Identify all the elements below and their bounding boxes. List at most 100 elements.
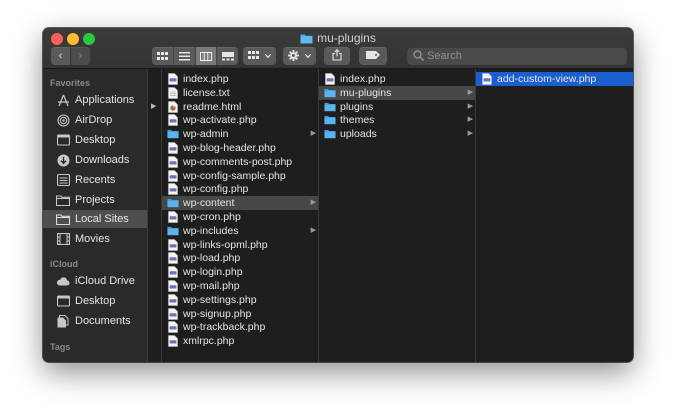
file-row-wp-activate-php[interactable]: wp-activate.php bbox=[162, 113, 319, 127]
view-mode-control bbox=[152, 47, 238, 65]
action-button[interactable] bbox=[283, 47, 316, 65]
sidebar-item-downloads[interactable]: Downloads bbox=[43, 151, 147, 169]
recents-icon bbox=[56, 173, 70, 187]
column-4[interactable]: add-custom-view.php bbox=[475, 69, 633, 362]
file-row-readme-html[interactable]: readme.html bbox=[162, 100, 319, 114]
php-file-icon bbox=[167, 73, 179, 85]
file-row-wp-load-php[interactable]: wp-load.php bbox=[162, 251, 319, 265]
file-name: xmlrpc.php bbox=[183, 335, 235, 348]
sidebar-item-recents[interactable]: Recents bbox=[43, 171, 147, 189]
sidebar-item-movies[interactable]: Movies bbox=[43, 230, 147, 248]
file-name: wp-settings.php bbox=[183, 293, 257, 306]
chevron-right-icon: ▶ bbox=[467, 88, 473, 96]
desktop-icon bbox=[56, 133, 70, 147]
file-row-wp-mail-php[interactable]: wp-mail.php bbox=[162, 279, 319, 293]
column-3[interactable]: index.php mu-plugins ▶ plugins ▶ themes ▶ uploa… bbox=[318, 69, 476, 362]
file-row-xmlrpc-php[interactable]: xmlrpc.php bbox=[162, 334, 319, 348]
chevron-right-icon: ▶ bbox=[467, 130, 473, 138]
file-row-plugins[interactable]: plugins ▶ bbox=[319, 100, 476, 114]
gallery-view-button[interactable] bbox=[217, 47, 238, 65]
search-placeholder: Search bbox=[427, 50, 462, 62]
forward-button[interactable]: › bbox=[71, 47, 90, 65]
php-file-icon bbox=[167, 335, 179, 347]
html-file-icon bbox=[167, 100, 179, 113]
tag-icon bbox=[366, 51, 380, 59]
php-file-icon bbox=[167, 183, 179, 196]
chevron-down-icon bbox=[264, 53, 271, 59]
php-file-icon bbox=[167, 280, 179, 292]
column-view-button[interactable] bbox=[195, 47, 218, 65]
downloads-icon bbox=[56, 153, 70, 167]
file-row-wp-links-opml-php[interactable]: wp-links-opml.php bbox=[162, 238, 319, 252]
group-by-button[interactable] bbox=[243, 47, 276, 65]
chevron-right-icon: ▶ bbox=[151, 103, 157, 110]
php-file-icon bbox=[167, 307, 179, 320]
sidebar-item-projects[interactable]: Projects bbox=[43, 191, 147, 209]
file-name: wp-mail.php bbox=[183, 280, 240, 292]
php-file-icon bbox=[481, 73, 493, 85]
folder-icon bbox=[167, 197, 179, 209]
list-view-button[interactable] bbox=[174, 47, 196, 65]
php-file-icon bbox=[167, 238, 179, 251]
movies-icon bbox=[56, 232, 70, 246]
file-row-wp-login-php[interactable]: wp-login.php bbox=[162, 265, 319, 279]
file-row-index-php[interactable]: index.php bbox=[319, 72, 476, 86]
file-name: wp-config-sample.php bbox=[183, 169, 286, 182]
columns-icon bbox=[199, 51, 212, 61]
file-row-wp-config-sample-php[interactable]: wp-config-sample.php bbox=[162, 169, 319, 183]
icon-view-button[interactable] bbox=[152, 47, 174, 65]
sidebar: Favorites Applications AirDrop Desktop D… bbox=[43, 69, 147, 362]
file-row-wp-cron-php[interactable]: wp-cron.php bbox=[162, 210, 319, 224]
file-row-mu-plugins[interactable]: mu-plugins ▶ bbox=[319, 85, 476, 100]
file-row-wp-blog-header-php[interactable]: wp-blog-header.php bbox=[162, 141, 319, 155]
folder-icon bbox=[300, 34, 313, 44]
file-row-wp-admin[interactable]: wp-admin ▶ bbox=[162, 127, 319, 141]
file-row-wp-content[interactable]: wp-content ▶ bbox=[162, 196, 319, 211]
column-2[interactable]: index.php license.txt readme.html wp-activa… bbox=[161, 69, 319, 362]
file-row-wp-signup-php[interactable]: wp-signup.php bbox=[162, 307, 319, 321]
back-button[interactable]: ‹ bbox=[51, 47, 70, 65]
file-row-wp-includes[interactable]: wp-includes ▶ bbox=[162, 224, 319, 238]
file-name: wp-config.php bbox=[183, 183, 249, 196]
documents-icon bbox=[56, 314, 70, 328]
file-name: wp-admin bbox=[183, 128, 229, 141]
sidebar-header-tags: Tags bbox=[50, 342, 71, 352]
file-row-wp-trackback-php[interactable]: wp-trackback.php bbox=[162, 320, 319, 334]
file-name: wp-links-opml.php bbox=[183, 238, 268, 251]
file-row-wp-comments-post-php[interactable]: wp-comments-post.php bbox=[162, 155, 319, 169]
file-name: license.txt bbox=[183, 86, 230, 99]
file-name: readme.html bbox=[183, 100, 242, 113]
file-name: wp-comments-post.php bbox=[183, 155, 293, 168]
file-name: wp-blog-header.php bbox=[183, 142, 276, 154]
folder-icon bbox=[167, 225, 179, 237]
share-button[interactable] bbox=[324, 47, 350, 65]
sidebar-header-favorites: Favorites bbox=[50, 78, 91, 88]
sidebar-item-documents[interactable]: Documents bbox=[43, 312, 147, 330]
folder-icon bbox=[167, 128, 179, 140]
file-row-add-custom-view-php[interactable]: add-custom-view.php bbox=[476, 72, 633, 86]
file-name: themes bbox=[340, 114, 375, 127]
sidebar-item-applications[interactable]: Applications bbox=[43, 91, 147, 109]
file-row-themes[interactable]: themes ▶ bbox=[319, 113, 476, 127]
share-icon bbox=[332, 49, 342, 61]
airdrop-icon bbox=[56, 113, 70, 127]
search-field[interactable]: Search bbox=[407, 47, 627, 65]
gallery-icon bbox=[221, 51, 234, 60]
file-name: wp-load.php bbox=[183, 252, 241, 265]
php-file-icon bbox=[324, 73, 336, 85]
sidebar-item-desktop[interactable]: Desktop bbox=[43, 131, 147, 149]
file-row-uploads[interactable]: uploads ▶ bbox=[319, 127, 476, 141]
file-row-wp-config-php[interactable]: wp-config.php bbox=[162, 182, 319, 196]
column-1[interactable]: ▶ bbox=[147, 69, 161, 362]
file-name: index.php bbox=[183, 73, 229, 85]
sidebar-item-icloud-desktop[interactable]: Desktop bbox=[43, 292, 147, 310]
sidebar-item-icloud-drive[interactable]: iCloud Drive bbox=[43, 272, 147, 290]
sidebar-item-local-sites[interactable]: Local Sites bbox=[43, 210, 147, 228]
sidebar-item-airdrop[interactable]: AirDrop bbox=[43, 111, 147, 129]
tags-button[interactable] bbox=[359, 47, 387, 65]
file-name: wp-activate.php bbox=[183, 114, 257, 127]
file-row-license-txt[interactable]: license.txt bbox=[162, 86, 319, 100]
chevron-down-icon bbox=[304, 53, 311, 59]
file-row-wp-settings-php[interactable]: wp-settings.php bbox=[162, 293, 319, 307]
file-row-index-php[interactable]: index.php bbox=[162, 72, 319, 86]
